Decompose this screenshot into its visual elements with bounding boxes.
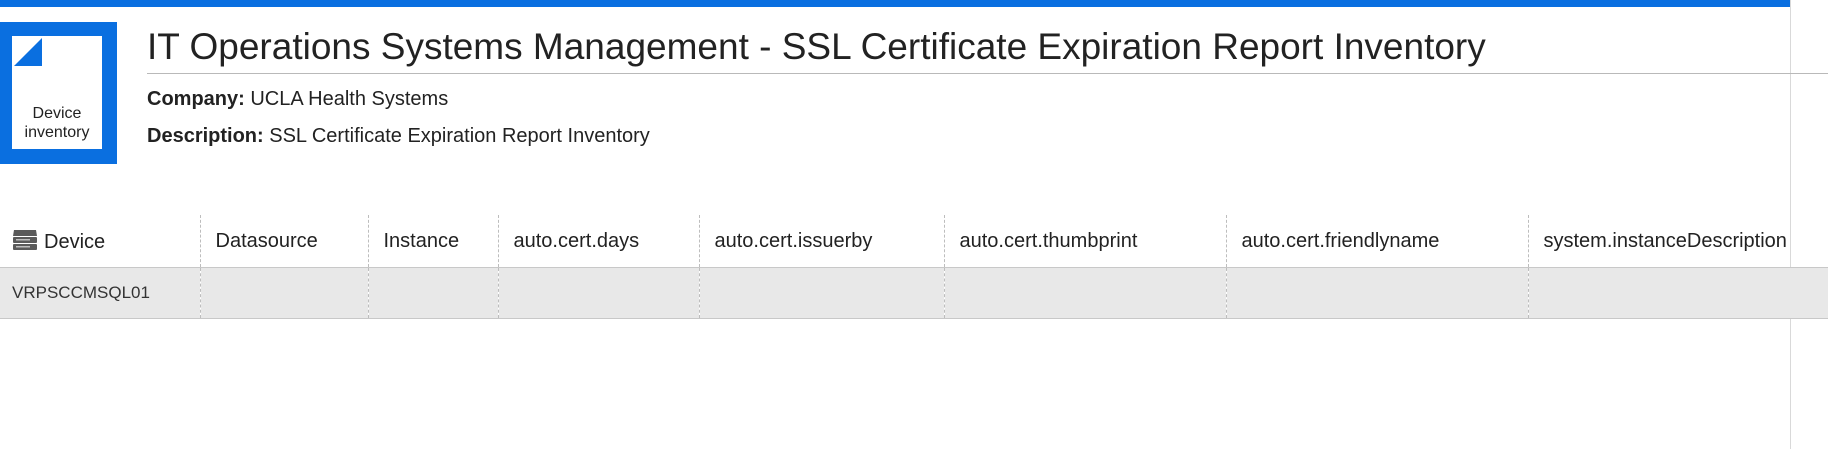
report-page: Device inventory IT Operations Systems M…	[0, 0, 1828, 449]
document-icon-fold	[14, 38, 42, 66]
cell-device: VRPSCCMSQL01	[0, 267, 200, 319]
cell-cert-days	[497, 267, 699, 319]
description-label: Description:	[147, 125, 264, 147]
cell-cert-friendlyname	[1225, 267, 1528, 319]
column-header-cert-issuerby[interactable]: auto.cert.issuerby	[698, 215, 944, 268]
document-icon-page: Device inventory	[12, 36, 102, 149]
document-icon-label-line2: inventory	[24, 124, 90, 141]
cell-cert-thumbprint	[943, 267, 1226, 319]
page-title: IT Operations Systems Management - SSL C…	[147, 26, 1486, 67]
top-accent-bar	[0, 0, 1790, 7]
column-header-instance[interactable]: Instance	[367, 215, 498, 268]
cell-instance	[367, 267, 498, 319]
title-divider	[147, 73, 1828, 74]
inventory-table: Device Datasource Instance auto.cert.day…	[0, 215, 1828, 319]
column-header-datasource[interactable]: Datasource	[199, 215, 368, 268]
column-header-device[interactable]: Device	[0, 215, 200, 268]
cell-datasource	[199, 267, 368, 319]
column-label: Device	[44, 231, 106, 253]
column-header-instance-description[interactable]: system.instanceDescription	[1527, 215, 1828, 268]
column-header-cert-thumbprint[interactable]: auto.cert.thumbprint	[943, 215, 1226, 268]
column-header-cert-friendlyname[interactable]: auto.cert.friendlyname	[1225, 215, 1528, 268]
server-stack-icon	[13, 230, 37, 250]
document-icon-label-line1: Device	[32, 105, 82, 122]
cell-cert-issuerby	[698, 267, 944, 319]
table-header-row: Device Datasource Instance auto.cert.day…	[0, 215, 1828, 268]
document-icon: Device inventory	[0, 22, 117, 164]
description-line: Description: SSL Certificate Expiration …	[147, 123, 650, 149]
document-icon-label: Device inventory	[12, 104, 102, 142]
description-value: SSL Certificate Expiration Report Invent…	[269, 125, 650, 147]
column-header-cert-days[interactable]: auto.cert.days	[497, 215, 699, 268]
company-label: Company:	[147, 88, 245, 110]
cell-instance-description	[1527, 267, 1828, 319]
company-value: UCLA Health Systems	[250, 88, 449, 110]
table-row[interactable]: VRPSCCMSQL01	[0, 267, 1828, 319]
report-header: IT Operations Systems Management - SSL C…	[147, 22, 1827, 72]
company-line: Company: UCLA Health Systems	[147, 86, 448, 112]
